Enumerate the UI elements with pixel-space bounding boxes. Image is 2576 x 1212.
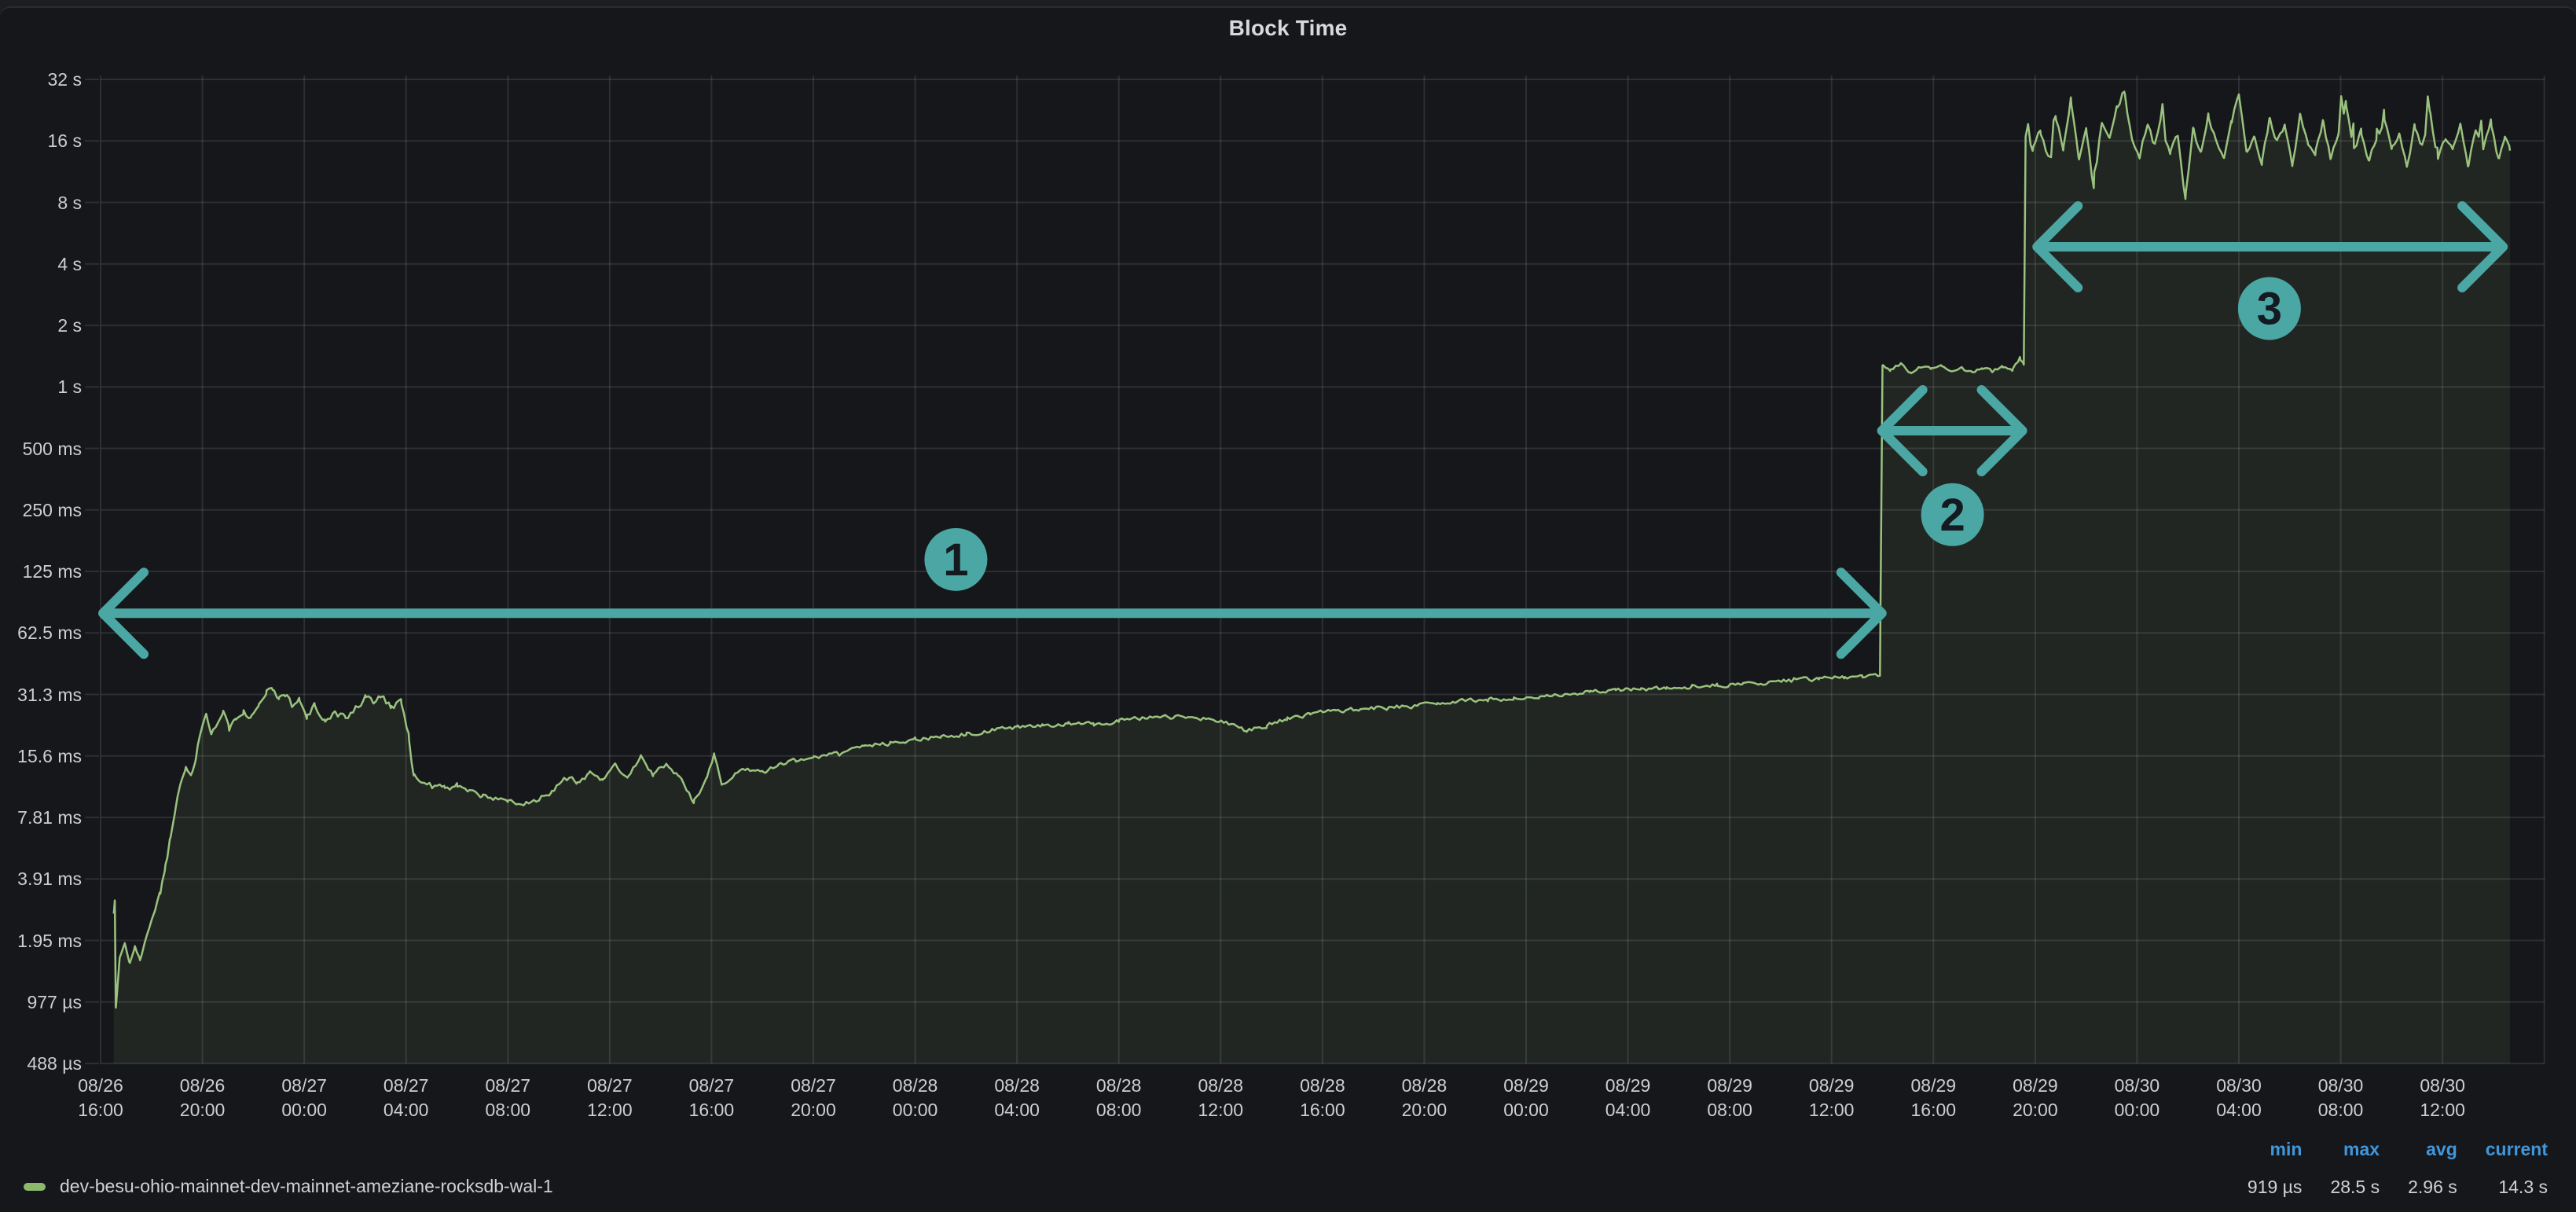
annotation-number-3: 3 bbox=[2257, 283, 2282, 334]
stat-column-current: current 14.3 s bbox=[2486, 1137, 2548, 1199]
series-fill bbox=[114, 92, 2510, 1063]
legend[interactable]: dev-besu-ohio-mainnet-dev-mainnet-amezia… bbox=[24, 1176, 553, 1197]
stat-value-max: 28.5 s bbox=[2330, 1174, 2380, 1199]
annotation-arrow-1: 1 bbox=[103, 528, 1882, 654]
grafana-panel: Block Time 123 32 s16 s8 s4 s2 s1 s500 m… bbox=[0, 0, 2576, 1212]
legend-stats-table: min 919 µs max 28.5 s avg 2.96 s current… bbox=[2248, 1137, 2548, 1199]
stat-column-avg: avg 2.96 s bbox=[2408, 1137, 2457, 1199]
annotation-number-2: 2 bbox=[1939, 490, 1965, 541]
stat-header-max[interactable]: max bbox=[2343, 1137, 2380, 1162]
legend-series-swatch-icon[interactable] bbox=[24, 1183, 46, 1191]
stat-value-avg: 2.96 s bbox=[2408, 1174, 2457, 1199]
annotation-number-1: 1 bbox=[943, 534, 968, 586]
stat-column-max: max 28.5 s bbox=[2330, 1137, 2380, 1199]
stat-value-current: 14.3 s bbox=[2498, 1174, 2548, 1199]
stat-value-min: 919 µs bbox=[2248, 1174, 2303, 1199]
legend-series-label[interactable]: dev-besu-ohio-mainnet-dev-mainnet-amezia… bbox=[60, 1176, 553, 1197]
stat-column-min: min 919 µs bbox=[2248, 1137, 2303, 1199]
chart-canvas[interactable]: 1 2 3 bbox=[0, 0, 2576, 1212]
stat-header-min[interactable]: min bbox=[2270, 1137, 2303, 1162]
stat-header-current[interactable]: current bbox=[2486, 1137, 2548, 1162]
stat-header-avg[interactable]: avg bbox=[2426, 1137, 2457, 1162]
